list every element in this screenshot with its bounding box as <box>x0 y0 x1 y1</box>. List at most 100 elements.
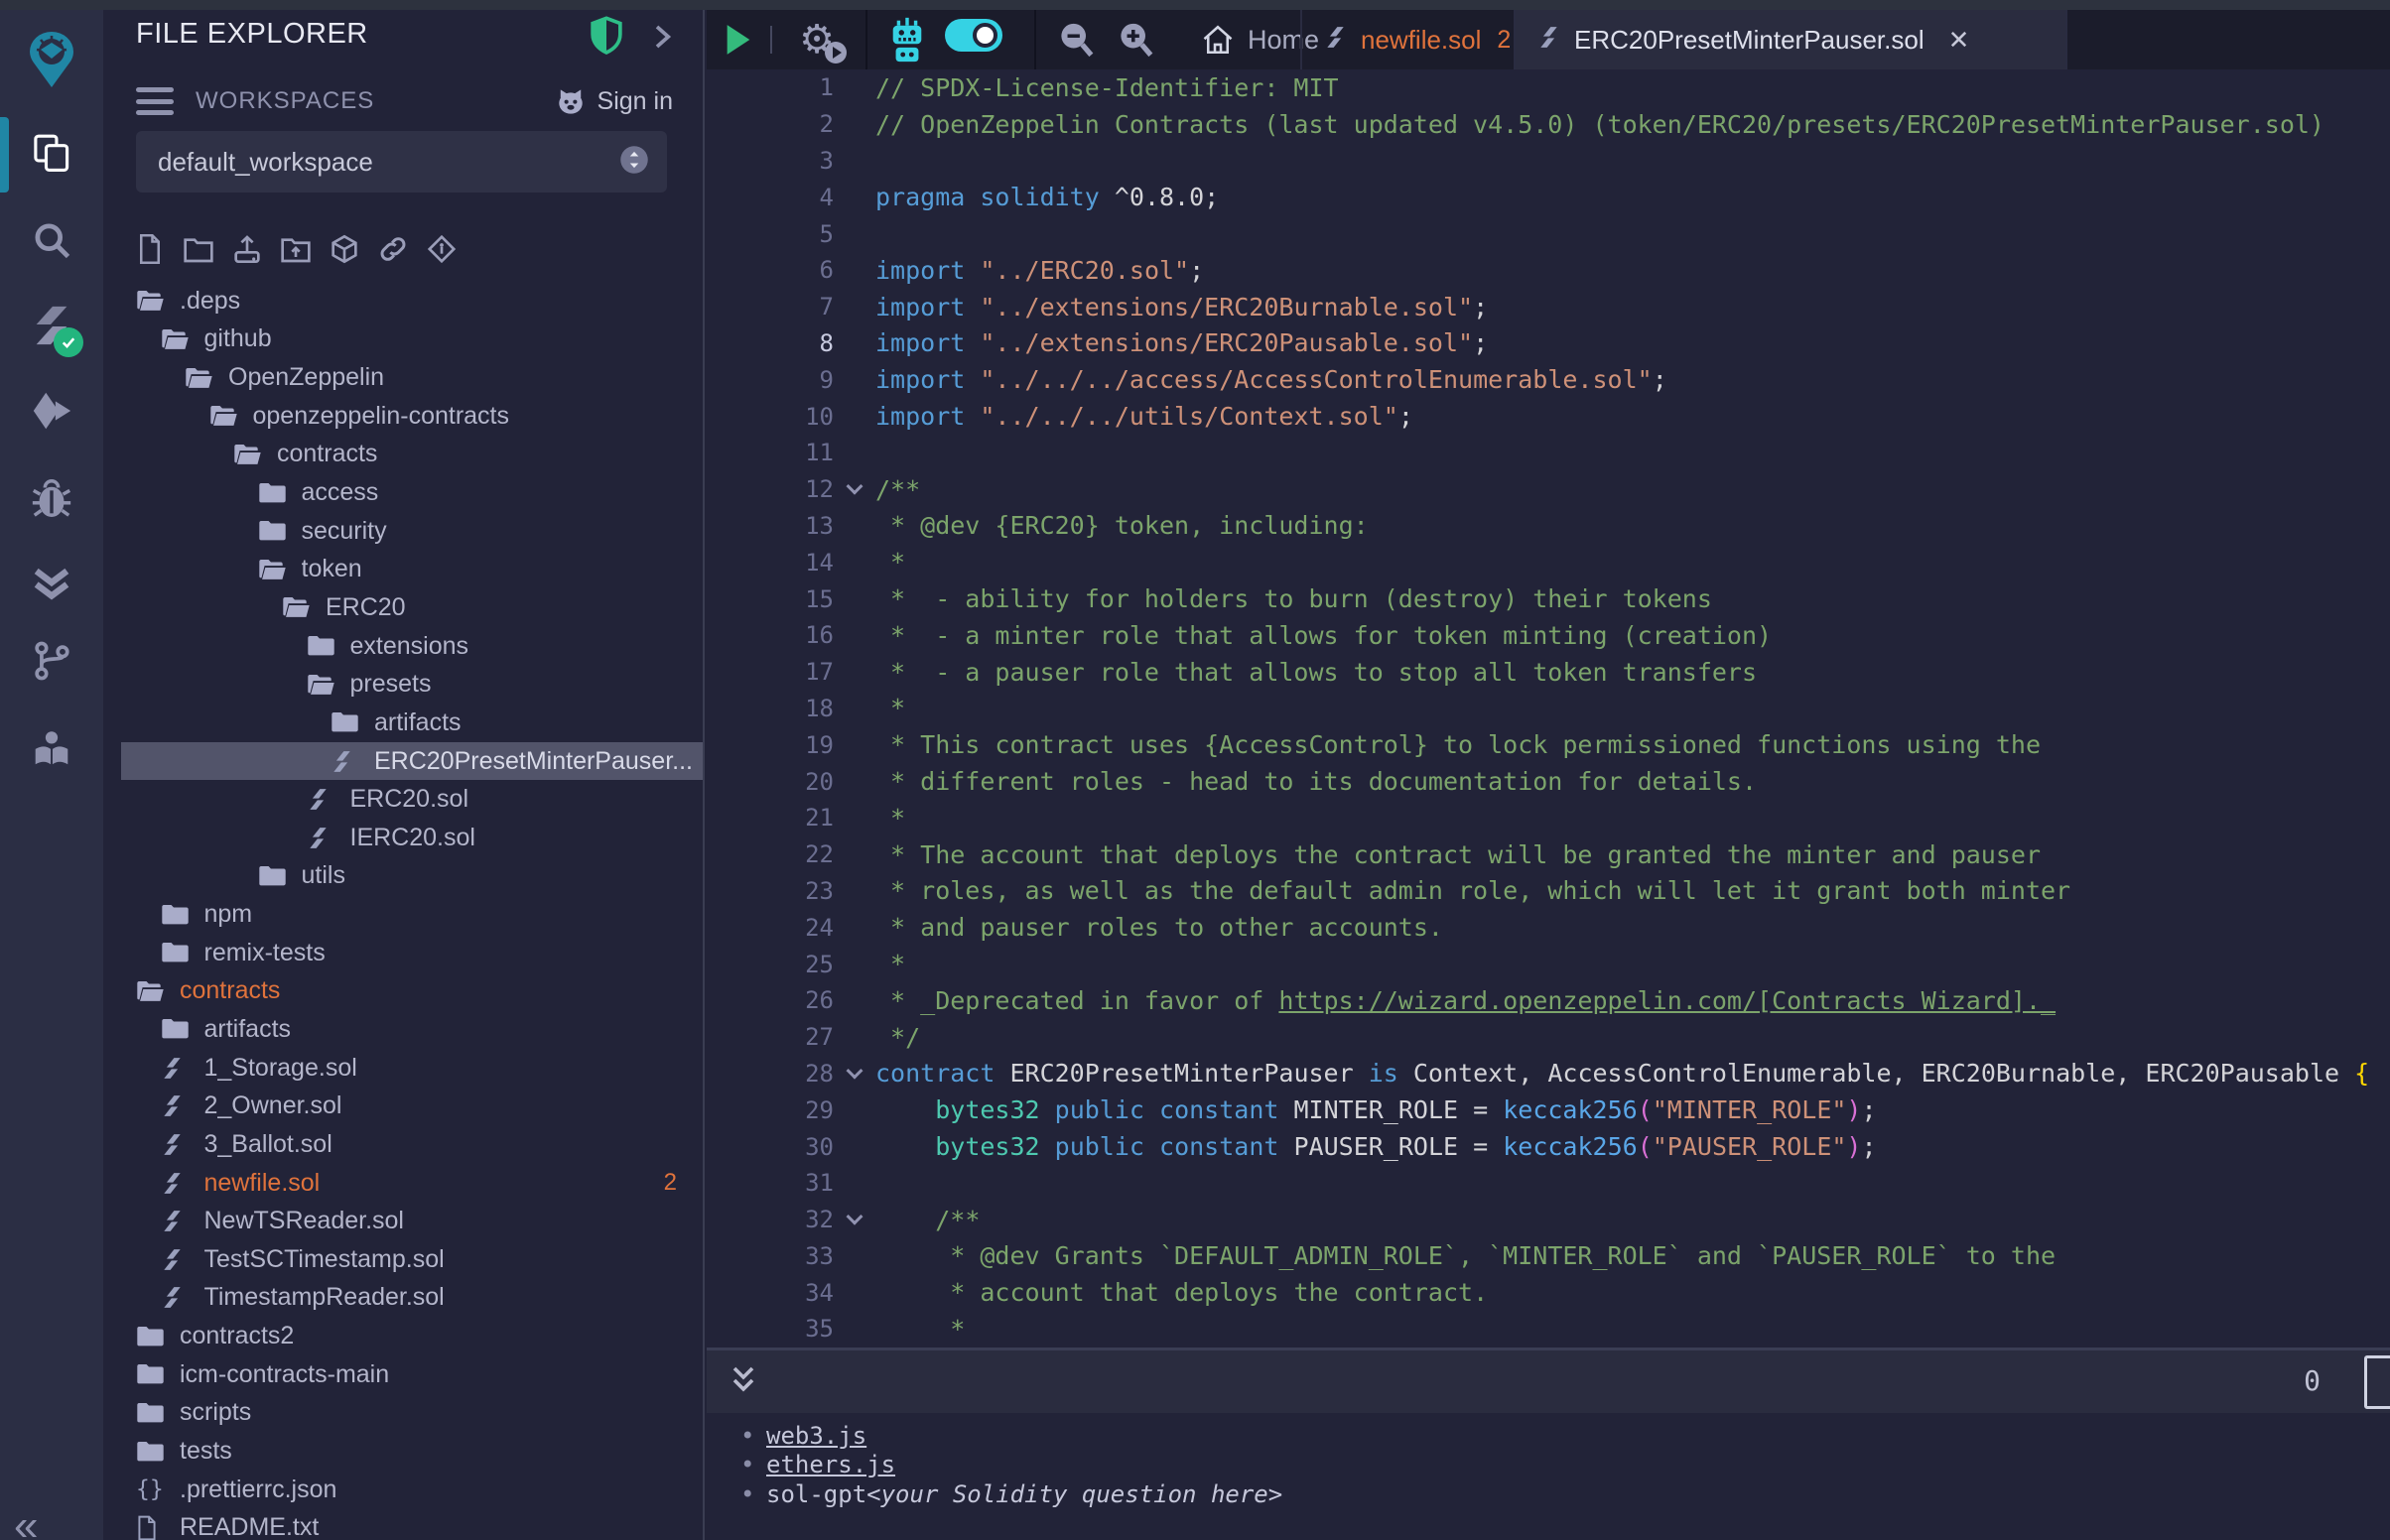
code-line-28[interactable]: 28contract ERC20PresetMinterPauser is Co… <box>707 1056 2390 1092</box>
git-icon[interactable] <box>26 637 77 685</box>
tree-item-1-storage-sol[interactable]: 1_Storage.sol <box>103 1049 703 1088</box>
code-line-15[interactable]: 15 * - ability for holders to burn (dest… <box>707 580 2390 617</box>
code-line-11[interactable]: 11 <box>707 435 2390 471</box>
tree-item-openzeppelin[interactable]: OpenZeppelin <box>103 358 703 397</box>
code-line-27[interactable]: 27 */ <box>707 1019 2390 1056</box>
code-line-26[interactable]: 26 * _Deprecated in favor of https://wiz… <box>707 982 2390 1019</box>
code-line-35[interactable]: 35 * <box>707 1311 2390 1348</box>
code-line-32[interactable]: 32 /** <box>707 1202 2390 1238</box>
tree-item-npm[interactable]: npm <box>103 895 703 934</box>
tree-item-testsctimestamp-sol[interactable]: TestSCTimestamp.sol <box>103 1240 703 1279</box>
tree-item-erc20[interactable]: ERC20 <box>103 588 703 627</box>
terminal-expand-icon[interactable] <box>729 1362 758 1401</box>
run-script-icon[interactable] <box>715 10 762 69</box>
code-line-13[interactable]: 13 * @dev {ERC20} token, including: <box>707 508 2390 545</box>
upload-folder-icon[interactable] <box>280 232 312 268</box>
code-line-10[interactable]: 10import "../../../utils/Context.sol"; <box>707 398 2390 435</box>
fold-chevron-icon[interactable] <box>834 483 875 495</box>
tree-item-utils[interactable]: utils <box>103 857 703 896</box>
tree-item-openzeppelin-contracts[interactable]: openzeppelin-contracts <box>103 397 703 436</box>
tree-item-contracts2[interactable]: contracts2 <box>103 1317 703 1355</box>
tree-item-token[interactable]: token <box>103 550 703 588</box>
new-folder-icon[interactable] <box>183 232 214 268</box>
tree-item-newfile-sol[interactable]: newfile.sol2 <box>103 1164 703 1203</box>
tree-item-scripts[interactable]: scripts <box>103 1394 703 1433</box>
tree-item-tests[interactable]: tests <box>103 1432 703 1471</box>
tree-item-newtsreader-sol[interactable]: NewTSReader.sol <box>103 1202 703 1240</box>
tree-item-remix-tests[interactable]: remix-tests <box>103 934 703 972</box>
code-line-19[interactable]: 19 * This contract uses {AccessControl} … <box>707 726 2390 763</box>
deploy-and-run-icon[interactable] <box>26 387 77 435</box>
new-file-icon[interactable] <box>134 232 166 268</box>
tab-newfile.sol[interactable]: newfile.sol2 <box>1300 10 1514 69</box>
debugger-icon[interactable] <box>26 474 77 522</box>
tree-item-extensions[interactable]: extensions <box>103 627 703 666</box>
tree-item-contracts[interactable]: contracts <box>103 436 703 474</box>
code-line-12[interactable]: 12/** <box>707 471 2390 508</box>
learneth-icon[interactable] <box>26 722 77 770</box>
code-line-6[interactable]: 6import "../ERC20.sol"; <box>707 252 2390 289</box>
tree-item-2-owner-sol[interactable]: 2_Owner.sol <box>103 1087 703 1125</box>
zoom-out-icon[interactable] <box>1048 10 1104 69</box>
code-line-17[interactable]: 17 * - a pauser role that allows to stop… <box>707 654 2390 691</box>
code-line-1[interactable]: 1// SPDX-License-Identifier: MIT <box>707 69 2390 106</box>
code-line-2[interactable]: 2// OpenZeppelin Contracts (last updated… <box>707 106 2390 143</box>
fold-chevron-icon[interactable] <box>834 1068 875 1080</box>
terminal-drag-bar[interactable]: 0 <box>707 1348 2390 1413</box>
shield-icon[interactable] <box>588 16 625 56</box>
terminal-output[interactable]: •web3.js•ethers.js•sol-gpt <your Solidit… <box>707 1413 2390 1540</box>
tab-erc20presetminterpauser.sol[interactable]: ERC20PresetMinterPauser.sol✕ <box>1514 10 2067 69</box>
fold-chevron-icon[interactable] <box>834 1214 875 1225</box>
terminal-link[interactable]: ethers.js <box>766 1451 895 1478</box>
search-icon[interactable] <box>26 216 77 264</box>
code-line-18[interactable]: 18 * <box>707 691 2390 727</box>
code-line-23[interactable]: 23 * roles, as well as the default admin… <box>707 873 2390 910</box>
tree-item--prettierrc-json[interactable]: {}.prettierrc.json <box>103 1471 703 1509</box>
code-line-21[interactable]: 21 * <box>707 800 2390 836</box>
code-line-7[interactable]: 7import "../extensions/ERC20Burnable.sol… <box>707 289 2390 325</box>
unit-testing-icon[interactable] <box>26 560 77 607</box>
cube-icon[interactable] <box>329 232 360 268</box>
code-line-16[interactable]: 16 * - a minter role that allows for tok… <box>707 617 2390 654</box>
close-icon[interactable]: ✕ <box>1948 25 1970 56</box>
code-line-8[interactable]: 8import "../extensions/ERC20Pausable.sol… <box>707 325 2390 362</box>
collapse-sidebar-icon[interactable]: « <box>14 1504 38 1540</box>
tree-item-access[interactable]: access <box>103 473 703 512</box>
code-line-3[interactable]: 3 <box>707 143 2390 180</box>
code-line-4[interactable]: 4pragma solidity ^0.8.0; <box>707 179 2390 215</box>
link-icon[interactable] <box>377 232 409 268</box>
code-line-20[interactable]: 20 * different roles - head to its docum… <box>707 763 2390 800</box>
tree-item-icm-contracts-main[interactable]: icm-contracts-main <box>103 1355 703 1394</box>
tree-item-timestampreader-sol[interactable]: TimestampReader.sol <box>103 1279 703 1318</box>
file-explorer-icon[interactable] <box>26 129 77 177</box>
tree-item-artifacts[interactable]: artifacts <box>103 1010 703 1049</box>
upload-file-icon[interactable] <box>231 232 263 268</box>
code-line-14[interactable]: 14 * <box>707 544 2390 580</box>
code-line-30[interactable]: 30 bytes32 public constant PAUSER_ROLE =… <box>707 1128 2390 1165</box>
zoom-in-icon[interactable] <box>1108 10 1163 69</box>
code-line-25[interactable]: 25 * <box>707 946 2390 982</box>
code-line-33[interactable]: 33 * @dev Grants `DEFAULT_ADMIN_ROLE`, `… <box>707 1238 2390 1275</box>
workspaces-menu-icon[interactable] <box>136 87 174 115</box>
tree-item-security[interactable]: security <box>103 512 703 551</box>
code-line-24[interactable]: 24 * and pauser roles to other accounts. <box>707 909 2390 946</box>
gem-tag-icon[interactable] <box>426 232 458 268</box>
code-line-31[interactable]: 31 <box>707 1165 2390 1202</box>
workspace-select[interactable]: default_workspace <box>136 131 667 192</box>
chevron-right-icon[interactable] <box>647 22 677 52</box>
code-editor[interactable]: 1// SPDX-License-Identifier: MIT2// Open… <box>707 69 2390 1348</box>
ai-copilot-toggle[interactable] <box>945 19 1002 52</box>
tree-item-presets[interactable]: presets <box>103 665 703 704</box>
tree-item-erc20presetminterpauser-[interactable]: ERC20PresetMinterPauser... <box>121 742 703 781</box>
remix-logo-icon[interactable] <box>24 30 79 91</box>
code-line-9[interactable]: 9import "../../../access/AccessControlEn… <box>707 361 2390 398</box>
tree-item--deps[interactable]: .deps <box>103 282 703 321</box>
compile-and-run-icon[interactable]: ⚙ <box>784 10 850 69</box>
tree-item-artifacts[interactable]: artifacts <box>103 704 703 742</box>
remix-ai-robot-icon[interactable] <box>877 10 937 69</box>
tree-item-github[interactable]: github <box>103 321 703 359</box>
terminal-scrollbar[interactable] <box>2364 1355 2390 1409</box>
tree-item-3-ballot-sol[interactable]: 3_Ballot.sol <box>103 1125 703 1164</box>
code-line-34[interactable]: 34 * account that deploys the contract. <box>707 1274 2390 1311</box>
terminal-link[interactable]: web3.js <box>766 1422 866 1450</box>
